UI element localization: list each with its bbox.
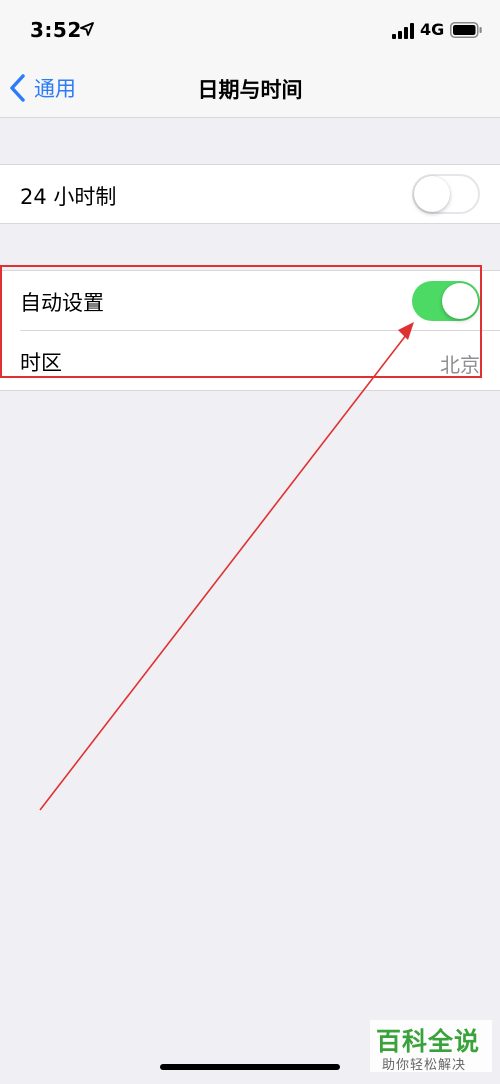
toggle-knob [442, 283, 478, 319]
watermark-logo: 百科全说 助你轻松解决 [370, 1020, 492, 1073]
setting-row-auto-set[interactable]: 自动设置 [0, 271, 500, 329]
status-bar: 3:52 4G [0, 0, 500, 60]
toggle-24-hour[interactable] [412, 174, 480, 214]
watermark-title: 百科全说 [376, 1027, 481, 1056]
setting-label-auto-set: 自动设置 [20, 291, 104, 315]
setting-label-timezone: 时区 [20, 351, 62, 375]
cellular-signal-icon [392, 23, 414, 39]
setting-row-24-hour[interactable]: 24 小时制 [0, 165, 500, 223]
toggle-auto-set[interactable] [412, 281, 480, 321]
setting-row-timezone[interactable]: 时区 北京 [0, 331, 500, 389]
page-title: 日期与时间 [197, 78, 303, 102]
annotation-arrow [39, 322, 414, 811]
navigation-bar: 通用 日期与时间 [0, 60, 500, 118]
battery-icon [450, 22, 482, 38]
settings-group-time-format: 24 小时制 [0, 164, 500, 224]
status-time: 3:52 [30, 18, 82, 42]
watermark-subtitle: 助你轻松解决 [382, 1058, 467, 1073]
setting-value-timezone: 北京 [440, 353, 480, 377]
setting-label-24-hour: 24 小时制 [20, 185, 117, 209]
location-arrow-icon [80, 22, 94, 36]
home-indicator[interactable] [160, 1064, 340, 1070]
settings-group-auto: 自动设置 时区 北京 [0, 270, 500, 391]
toggle-knob [414, 176, 450, 212]
network-type: 4G [420, 20, 445, 39]
